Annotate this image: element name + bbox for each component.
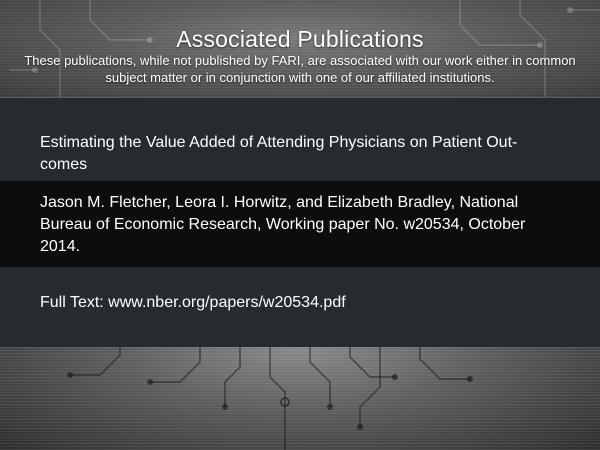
page-title: Associated Publications	[176, 26, 424, 52]
publication-panel: Estimating the Value Added of Attending …	[0, 97, 600, 348]
publication-title: Estimating the Value Added of Attending …	[40, 134, 518, 173]
header: Associated Publications These publicatio…	[0, 0, 600, 97]
circuit-pattern-bottom	[67, 347, 473, 450]
publication-citation: Jason M. Fletcher, Leora I. Horwitz, and…	[0, 181, 600, 267]
footer-background	[0, 347, 600, 450]
page-subtitle: These publications, while not published …	[24, 53, 576, 85]
full-text-link[interactable]: Full Text: www.nber.org/papers/w20534.pd…	[0, 292, 600, 314]
